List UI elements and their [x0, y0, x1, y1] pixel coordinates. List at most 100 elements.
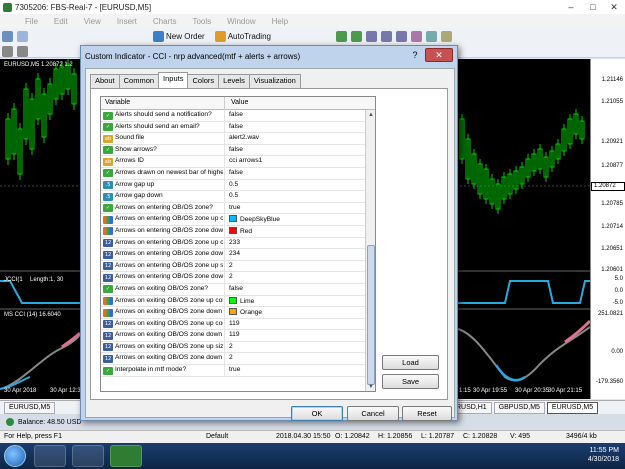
menu-file[interactable]: File	[18, 17, 47, 26]
param-row[interactable]: Arrows on entering OB/OS zone up c... Dee…	[101, 214, 365, 226]
zoom-in-icon[interactable]	[336, 31, 347, 42]
param-row[interactable]: ab Sound file alert2.wav	[101, 133, 365, 145]
param-value[interactable]: Lime	[229, 296, 254, 305]
menu-insert[interactable]: Insert	[110, 17, 146, 26]
param-row[interactable]: 12 Arrows on exiting OB/OS zone down ... 2	[101, 353, 365, 366]
minimize-button[interactable]: –	[560, 0, 582, 14]
menu-view[interactable]: View	[77, 17, 110, 26]
param-value[interactable]: 119	[229, 331, 240, 338]
scroll-up-arrow[interactable]: ▲	[368, 112, 374, 118]
zoom-out-icon[interactable]	[351, 31, 362, 42]
grid-icon[interactable]	[366, 31, 377, 42]
column-variable[interactable]: Variable	[105, 99, 130, 106]
param-value-text: false	[229, 284, 243, 292]
param-value[interactable]: alert2.wav	[229, 134, 259, 141]
chart-tab-active[interactable]: EURUSD,M5	[546, 401, 599, 414]
param-value[interactable]: true	[229, 366, 240, 373]
column-value[interactable]: Value	[231, 99, 248, 106]
periods-icon[interactable]	[426, 31, 437, 42]
tab-about[interactable]: About	[90, 74, 120, 88]
ok-button[interactable]: OK	[291, 406, 343, 421]
param-value[interactable]: false	[229, 123, 243, 130]
param-value[interactable]: 0.5	[229, 181, 238, 188]
menu-edit[interactable]: Edit	[47, 17, 77, 26]
param-row[interactable]: Arrows on exiting OB/OS zone down ... Ora…	[101, 307, 365, 319]
param-value[interactable]: 234	[229, 250, 240, 257]
tab-visualization[interactable]: Visualization	[248, 74, 301, 88]
param-value[interactable]: Orange	[229, 308, 262, 316]
autotrading-button[interactable]: AutoTrading	[212, 30, 274, 43]
profiles-icon[interactable]	[17, 31, 28, 42]
load-button[interactable]: Load	[382, 355, 439, 370]
param-row[interactable]: Arrows on entering OB/OS zone down ... Re…	[101, 225, 365, 238]
chart-shift-icon[interactable]	[396, 31, 407, 42]
param-row[interactable]: ✓ Interpolate in mtf mode? true	[101, 365, 365, 377]
menu-window[interactable]: Window	[220, 17, 264, 26]
reset-button[interactable]: Reset	[402, 406, 452, 421]
chart-tab[interactable]: EURUSD,M5	[4, 401, 56, 414]
menu-help[interactable]: Help	[265, 17, 297, 26]
new-chart-icon[interactable]	[2, 31, 13, 42]
param-value[interactable]: false	[229, 285, 243, 292]
param-value[interactable]: 0.5	[229, 192, 238, 199]
grid-scrollbar[interactable]: ▲ ▼	[365, 110, 375, 391]
param-row[interactable]: ab Arrows ID cci arrows1	[101, 156, 365, 168]
param-value[interactable]: cci arrows1	[229, 157, 262, 164]
param-row[interactable]: ✓ Arrows drawn on newest bar of higher...…	[101, 167, 365, 180]
param-value[interactable]: 2	[229, 343, 233, 350]
tray-clock[interactable]: 11:55 PM 4/30/2018	[588, 446, 619, 464]
autoscroll-icon[interactable]	[381, 31, 392, 42]
param-value[interactable]: true	[229, 204, 240, 211]
param-value[interactable]: 2	[229, 273, 233, 280]
param-row[interactable]: 12 Arrows on entering OB/OS zone up size 2	[101, 260, 365, 273]
tab-colors[interactable]: Colors	[187, 74, 220, 88]
chart-tab[interactable]: GBPUSD,M5	[493, 401, 545, 414]
param-row[interactable]: .5 Arrow gap down 0.5	[101, 191, 365, 203]
cancel-button[interactable]: Cancel	[347, 406, 399, 421]
param-row[interactable]: ✓ Alerts should send an email? false	[101, 121, 365, 134]
fbs-taskbar-icon[interactable]	[110, 445, 142, 467]
param-value[interactable]: 2	[229, 262, 233, 269]
new-order-button[interactable]: New Order	[150, 30, 208, 43]
param-row[interactable]: 12 Arrows on entering OB/OS zone down... 2	[101, 272, 365, 284]
tab-inputs[interactable]: Inputs	[158, 72, 189, 88]
param-row[interactable]: 12 Arrows on entering OB/OS zone up c... 2…	[101, 237, 365, 250]
menu-charts[interactable]: Charts	[146, 17, 186, 26]
close-window-button[interactable]: ✕	[603, 0, 625, 14]
chrome-taskbar-icon[interactable]	[72, 445, 104, 467]
param-value[interactable]: 119	[229, 320, 240, 327]
save-button[interactable]: Save	[382, 374, 439, 389]
param-row[interactable]: 12 Arrows on exiting OB/OS zone down ... 1…	[101, 330, 365, 342]
param-value[interactable]: false	[229, 169, 243, 176]
param-value-text: 234	[229, 250, 241, 258]
param-row[interactable]: 12 Arrows on exiting OB/OS zone up size 2	[101, 341, 365, 354]
param-row[interactable]: 12 Arrows on entering OB/OS zone down... 2…	[101, 249, 365, 261]
ie-taskbar-icon[interactable]	[34, 445, 66, 467]
param-row[interactable]: ✓ Arrows on entering OB/OS zone? true	[101, 202, 365, 215]
maximize-button[interactable]: □	[582, 0, 604, 14]
param-row[interactable]: .5 Arrow gap up 0.5	[101, 179, 365, 192]
cursor-icon[interactable]	[2, 46, 13, 57]
dialog-close-button[interactable]: ✕	[425, 48, 453, 62]
param-row[interactable]: ✓ Arrows on exiting OB/OS zone? false	[101, 283, 365, 296]
param-value[interactable]: DeepSkyBlue	[229, 215, 280, 223]
scroll-thumb[interactable]	[367, 245, 375, 385]
crosshair-icon[interactable]	[17, 46, 28, 57]
param-row[interactable]: ✓ Alerts should send a notification? false	[101, 110, 365, 122]
param-row[interactable]: Arrows on exiting OB/OS zone up color Lim…	[101, 295, 365, 308]
indicators-icon[interactable]	[411, 31, 422, 42]
menu-tools[interactable]: Tools	[185, 17, 220, 26]
param-value[interactable]: 2	[229, 354, 233, 361]
param-row[interactable]: ✓ Show arrows? false	[101, 144, 365, 157]
param-row[interactable]: 12 Arrows on exiting OB/OS zone up code 11…	[101, 318, 365, 331]
templates-icon[interactable]	[441, 31, 452, 42]
scroll-down-arrow[interactable]: ▼	[368, 384, 374, 390]
start-button[interactable]	[4, 445, 26, 467]
param-value[interactable]: 233	[229, 239, 240, 246]
tab-common[interactable]: Common	[118, 74, 160, 88]
param-value[interactable]: Red	[229, 226, 252, 235]
param-value[interactable]: false	[229, 111, 243, 118]
dialog-help-button[interactable]: ?	[408, 48, 422, 62]
param-value[interactable]: false	[229, 146, 243, 153]
tab-levels[interactable]: Levels	[218, 74, 250, 88]
